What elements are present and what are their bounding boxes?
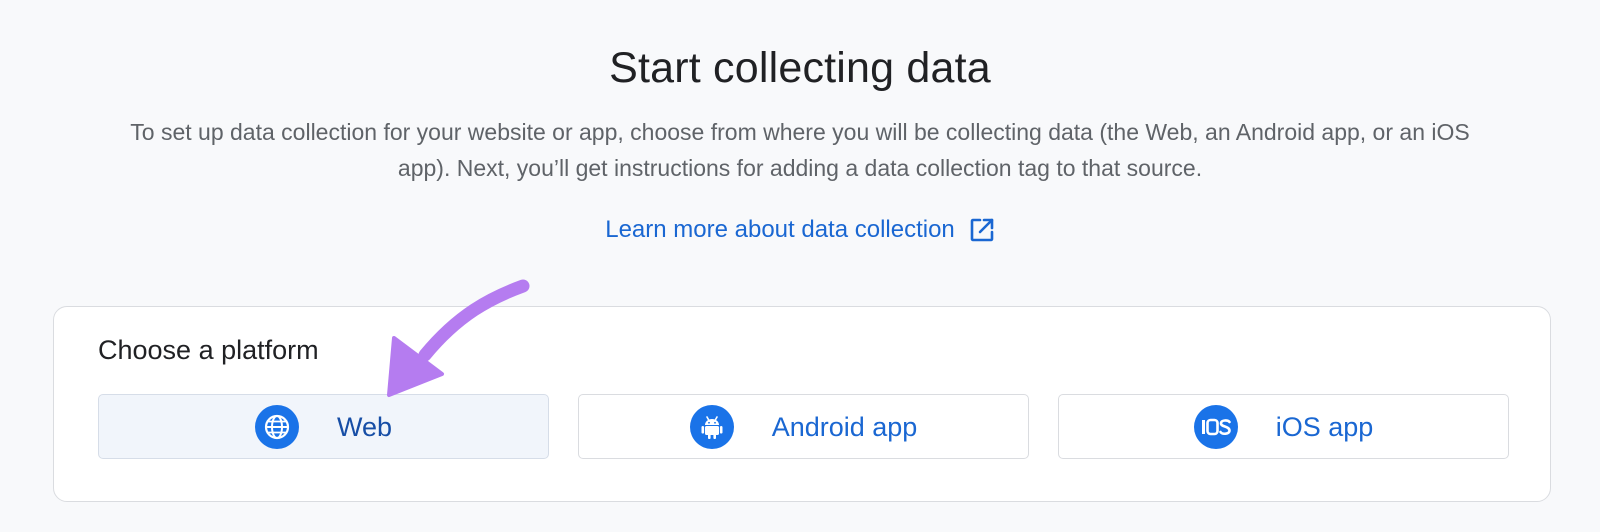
android-platform-button[interactable]: Android app: [578, 394, 1029, 459]
globe-icon: [254, 404, 299, 449]
external-link-icon: [969, 217, 995, 243]
platform-card: Choose a platform Web Android app iOS ap…: [53, 306, 1551, 502]
page-description: To set up data collection for your websi…: [130, 119, 1470, 181]
android-platform-label: Android app: [771, 411, 918, 442]
ios-platform-button[interactable]: iOS app: [1058, 394, 1509, 459]
page: Start collecting data To set up data col…: [0, 0, 1600, 532]
web-platform-button[interactable]: Web: [98, 394, 549, 459]
platform-card-heading: Choose a platform: [98, 335, 319, 365]
learn-more-label: Learn more about data collection: [605, 216, 955, 243]
learn-more-link[interactable]: Learn more about data collection: [0, 212, 1600, 248]
ios-icon: [1193, 404, 1238, 449]
page-title: Start collecting data: [609, 44, 991, 92]
ios-platform-label: iOS app: [1275, 411, 1374, 442]
web-platform-label: Web: [336, 411, 393, 442]
android-icon: [689, 404, 734, 449]
